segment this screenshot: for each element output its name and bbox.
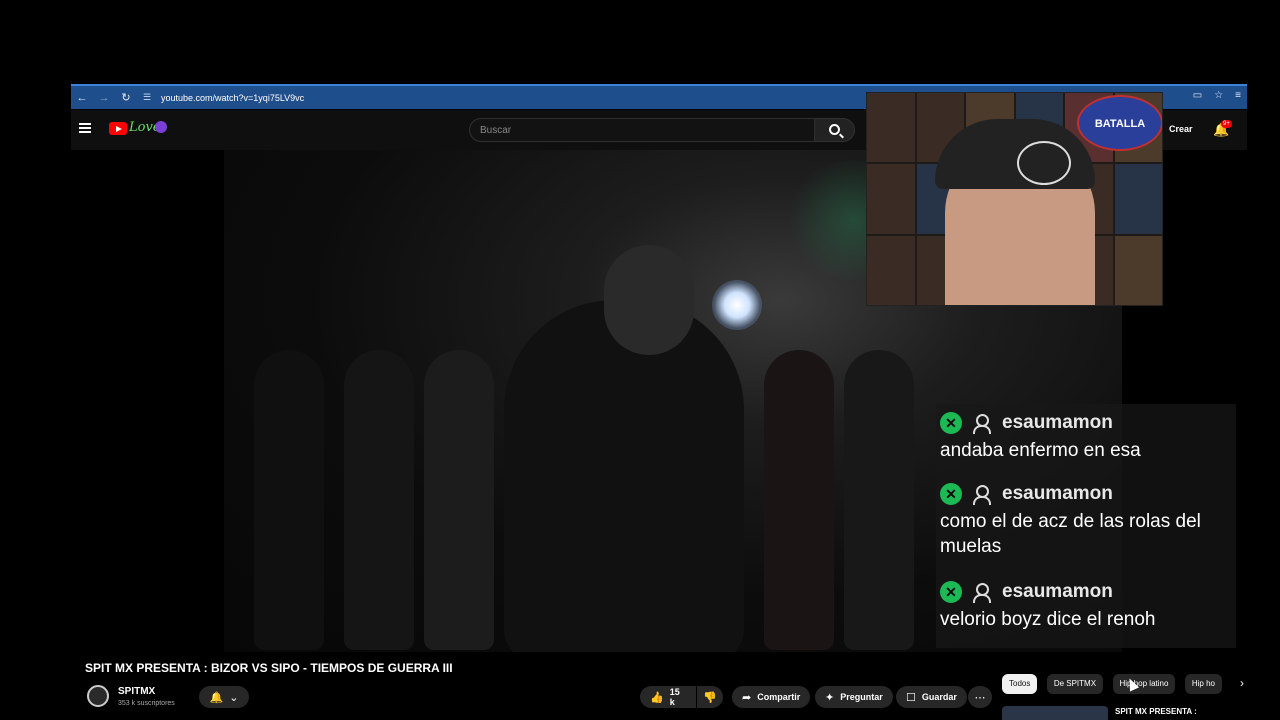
recommended-video-title[interactable]: SPIT MX PRESENTA : — [1115, 707, 1197, 716]
recommended-video-thumbnail[interactable] — [1002, 706, 1108, 720]
chat-message: ✕ esaumamon como el de acz de las rolas … — [940, 479, 1220, 559]
chat-message: ✕ esaumamon andaba enfermo en esa — [940, 408, 1141, 463]
logo-badge-icon — [155, 121, 167, 133]
reading-list-icon[interactable]: ≡ — [1235, 90, 1241, 101]
performer-head — [604, 245, 694, 355]
crowd-figure — [254, 350, 324, 650]
chip-channel[interactable]: De SPITMX — [1046, 674, 1104, 694]
search-icon — [829, 124, 840, 135]
create-button[interactable]: Crear — [1169, 124, 1193, 134]
recommendation-chips: Todos De SPITMX Hip hop latino Hip ho — [1002, 673, 1242, 695]
share-label: Compartir — [757, 692, 801, 702]
reload-icon[interactable]: ↻ — [115, 91, 137, 104]
thumbs-up-icon: 👍 — [650, 691, 664, 704]
chip-hip-hop[interactable]: Hip ho — [1184, 674, 1222, 694]
chat-user-row: ✕ esaumamon — [940, 408, 1141, 438]
xbox-badge-icon: ✕ — [940, 581, 962, 603]
user-icon — [970, 581, 992, 603]
crowd-figure — [424, 350, 494, 650]
chat-user-row: ✕ esaumamon — [940, 577, 1155, 607]
channel-name[interactable]: SPITMX — [118, 686, 155, 697]
like-count: 15 k — [669, 687, 680, 707]
batalla-sign: BATALLA — [1077, 95, 1162, 151]
site-info-icon[interactable]: ☰ — [143, 92, 159, 103]
chip-all[interactable]: Todos — [1002, 674, 1038, 694]
video-title: SPIT MX PRESENTA : BIZOR VS SIPO - TIEMP… — [85, 661, 453, 675]
forward-arrow-icon[interactable]: → — [93, 92, 115, 104]
save-label: Guardar — [921, 692, 957, 702]
chevron-down-icon: ⌄ — [229, 691, 239, 704]
user-icon — [970, 483, 992, 505]
notification-bell-button[interactable]: 🔔 ⌄ — [199, 686, 249, 708]
bell-icon: 🔔 — [209, 691, 224, 704]
youtube-logo[interactable] — [109, 122, 127, 135]
chip-hip-hop-latino[interactable]: Hip hop latino — [1112, 674, 1176, 694]
search-button[interactable] — [815, 118, 855, 142]
search-input[interactable]: Buscar — [469, 118, 815, 142]
xbox-badge-icon: ✕ — [940, 412, 962, 434]
browser-actions: ▭ ☆ ≡ — [1193, 90, 1241, 101]
xbox-badge-icon: ✕ — [940, 483, 962, 505]
chevron-right-icon[interactable]: › — [1240, 676, 1244, 690]
like-button[interactable]: 👍 15 k — [640, 686, 696, 708]
thumbs-down-icon: 👎 — [703, 691, 717, 704]
screen: ← → ↻ ☰ youtube.com/watch?v=1yqi75LV9vc … — [0, 0, 1280, 720]
chat-username: esaumamon — [1002, 581, 1113, 602]
address-bar[interactable]: youtube.com/watch?v=1yqi75LV9vc — [161, 93, 304, 103]
camera-light — [712, 280, 762, 330]
chat-text: andaba enfermo en esa — [940, 440, 1141, 461]
user-icon — [970, 412, 992, 434]
chat-overlay: ✕ esaumamon andaba enfermo en esa ✕ esau… — [936, 404, 1236, 648]
chat-text: velorio boyz dice el renoh — [940, 609, 1156, 630]
crowd-figure — [344, 350, 414, 650]
install-app-icon[interactable]: ▭ — [1193, 90, 1202, 101]
back-arrow-icon[interactable]: ← — [71, 92, 93, 104]
chat-message: ✕ esaumamon velorio boyz dice el renoh — [940, 577, 1155, 632]
chat-text: como el de acz de las rolas del muelas — [940, 511, 1201, 557]
chat-user-row: ✕ esaumamon — [940, 479, 1220, 509]
crowd-figure — [764, 350, 834, 650]
channel-avatar[interactable] — [87, 685, 109, 707]
crowd-figure — [844, 350, 914, 650]
dislike-button[interactable]: 👎 — [697, 686, 723, 708]
bookmark-icon: ☐ — [906, 691, 916, 704]
save-button[interactable]: ☐ Guardar — [896, 686, 967, 708]
hamburger-menu-icon[interactable] — [79, 123, 91, 133]
cap-logo-icon — [1017, 141, 1071, 185]
more-actions-button[interactable]: ⋯ — [968, 686, 992, 708]
more-dots-icon: ⋯ — [974, 691, 986, 704]
performer-figure — [504, 300, 744, 652]
chat-username: esaumamon — [1002, 483, 1113, 504]
notification-badge: 9+ — [1221, 120, 1232, 128]
share-button[interactable]: ➦ Compartir — [732, 686, 811, 708]
webcam-overlay: BATALLA — [866, 92, 1163, 306]
chat-username: esaumamon — [1002, 412, 1113, 433]
sparkle-icon: ✦ — [825, 691, 835, 704]
bookmark-star-icon[interactable]: ☆ — [1214, 90, 1223, 101]
ask-button[interactable]: ✦ Preguntar — [815, 686, 893, 708]
subscriber-count: 353 k suscriptores — [118, 700, 175, 707]
ask-label: Preguntar — [840, 692, 883, 702]
share-icon: ➦ — [742, 691, 752, 704]
